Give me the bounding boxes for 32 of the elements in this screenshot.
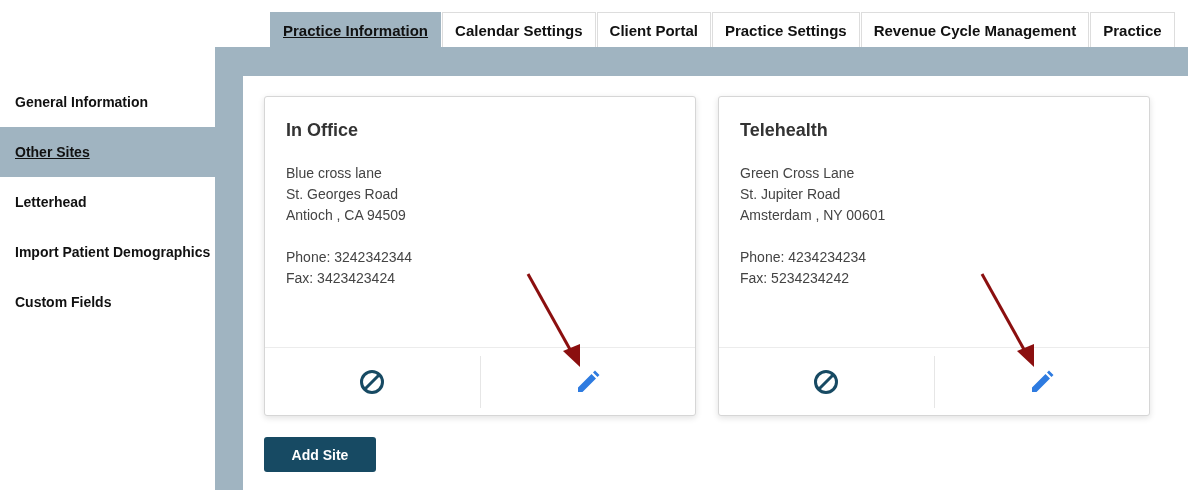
ban-icon xyxy=(813,368,840,395)
add-site-button[interactable]: Add Site xyxy=(264,437,376,472)
tab[interactable]: Calendar Settings xyxy=(442,12,596,47)
fax-text: Fax: 5234234242 xyxy=(740,269,850,288)
address-line: Green Cross Lane xyxy=(740,164,856,183)
sidebar-item[interactable]: General Information xyxy=(0,77,215,127)
tab[interactable]: Practice xyxy=(1090,12,1175,47)
tab[interactable]: Practice Settings xyxy=(711,12,860,47)
address-line: St. Jupiter Road xyxy=(740,185,842,204)
address-line: Blue cross lane xyxy=(286,164,383,183)
site-title: Telehealth xyxy=(740,119,829,141)
tab[interactable]: Revenue Cycle Management xyxy=(860,12,1090,47)
sidebar-item[interactable]: Import Patient Demographics xyxy=(0,227,215,277)
address-line: Antioch , CA 94509 xyxy=(286,206,407,225)
sidebar-item[interactable]: Custom Fields xyxy=(0,277,215,327)
tab[interactable]: Practice Information xyxy=(270,12,442,47)
address-line: St. Georges Road xyxy=(286,185,400,204)
sidebar-item[interactable]: Letterhead xyxy=(0,177,215,227)
pencil-icon xyxy=(1029,369,1054,394)
pencil-icon xyxy=(575,369,600,394)
phone-text: Phone: 4234234234 xyxy=(740,248,868,267)
phone-text: Phone: 3242342344 xyxy=(286,248,414,267)
edit-button[interactable] xyxy=(1029,369,1054,394)
sidebar-item[interactable]: Other Sites xyxy=(0,127,215,177)
disable-button[interactable] xyxy=(359,368,386,395)
fax-text: Fax: 3423423424 xyxy=(286,269,396,288)
ban-icon xyxy=(359,368,386,395)
tab[interactable]: Client Portal xyxy=(596,12,711,47)
edit-button[interactable] xyxy=(575,369,600,394)
disable-button[interactable] xyxy=(813,368,840,395)
site-title: In Office xyxy=(286,119,359,141)
address-line: Amsterdam , NY 00601 xyxy=(740,206,887,225)
